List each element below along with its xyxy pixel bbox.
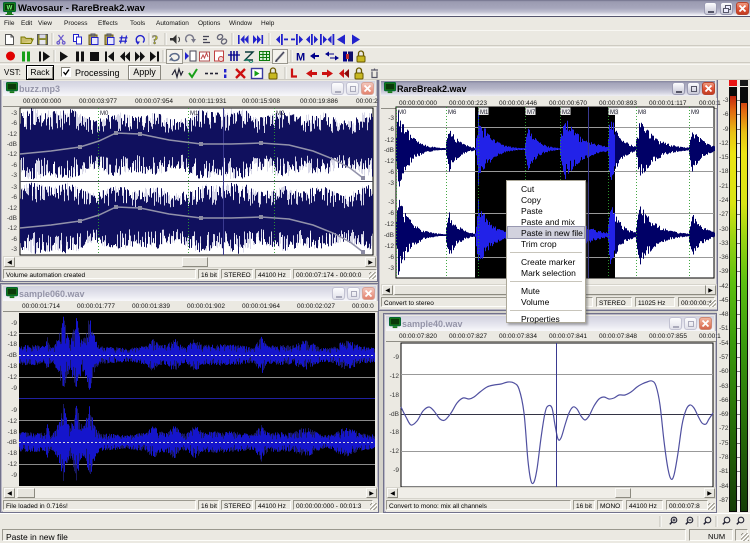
svg-text:-39: -39 <box>719 268 729 275</box>
svg-text:-3: -3 <box>723 97 729 104</box>
svg-text:-33: -33 <box>719 240 729 247</box>
svg-text:-66: -66 <box>719 397 729 404</box>
svg-text:M1: M1 <box>190 111 199 117</box>
svg-text:M: M <box>296 52 305 64</box>
svg-text:-36: -36 <box>719 254 729 261</box>
svg-text:M7: M7 <box>527 110 536 116</box>
svg-text:-84: -84 <box>719 483 729 490</box>
svg-text:M2: M2 <box>276 111 285 117</box>
svg-text:-72: -72 <box>719 425 729 432</box>
svg-text:-21: -21 <box>719 183 729 190</box>
svg-text:-27: -27 <box>719 211 729 218</box>
svg-text:M2: M2 <box>562 110 571 116</box>
svg-text:W: W <box>7 6 13 12</box>
svg-text:-12: -12 <box>719 140 729 147</box>
svg-text:-60: -60 <box>719 368 729 375</box>
svg-text:-9: -9 <box>723 126 729 133</box>
svg-text:-78: -78 <box>719 454 729 461</box>
svg-text:-75: -75 <box>719 440 729 447</box>
svg-text:-63: -63 <box>719 383 729 390</box>
svg-text:M3: M3 <box>610 110 619 116</box>
svg-text:-69: -69 <box>719 411 729 418</box>
svg-text:-81: -81 <box>719 468 729 475</box>
svg-text:-15: -15 <box>719 154 729 161</box>
svg-text:-30: -30 <box>719 226 729 233</box>
svg-text:-42: -42 <box>719 283 729 290</box>
svg-text:-54: -54 <box>719 340 729 347</box>
svg-text:-18: -18 <box>719 168 729 175</box>
svg-text:?: ? <box>152 32 159 47</box>
svg-text:M0: M0 <box>100 111 109 117</box>
svg-text:-87: -87 <box>719 497 729 504</box>
svg-text:-51: -51 <box>719 325 729 332</box>
svg-text:M8: M8 <box>638 110 647 116</box>
svg-text:-45: -45 <box>719 297 729 304</box>
svg-text:-57: -57 <box>719 354 729 361</box>
svg-text:M0: M0 <box>398 110 407 116</box>
svg-text:M6: M6 <box>448 110 457 116</box>
svg-text:-48: -48 <box>719 311 729 318</box>
svg-text:-24: -24 <box>719 197 729 204</box>
svg-text:-6: -6 <box>723 111 729 118</box>
svg-text:M9: M9 <box>691 110 700 116</box>
svg-text:M1: M1 <box>480 110 489 116</box>
